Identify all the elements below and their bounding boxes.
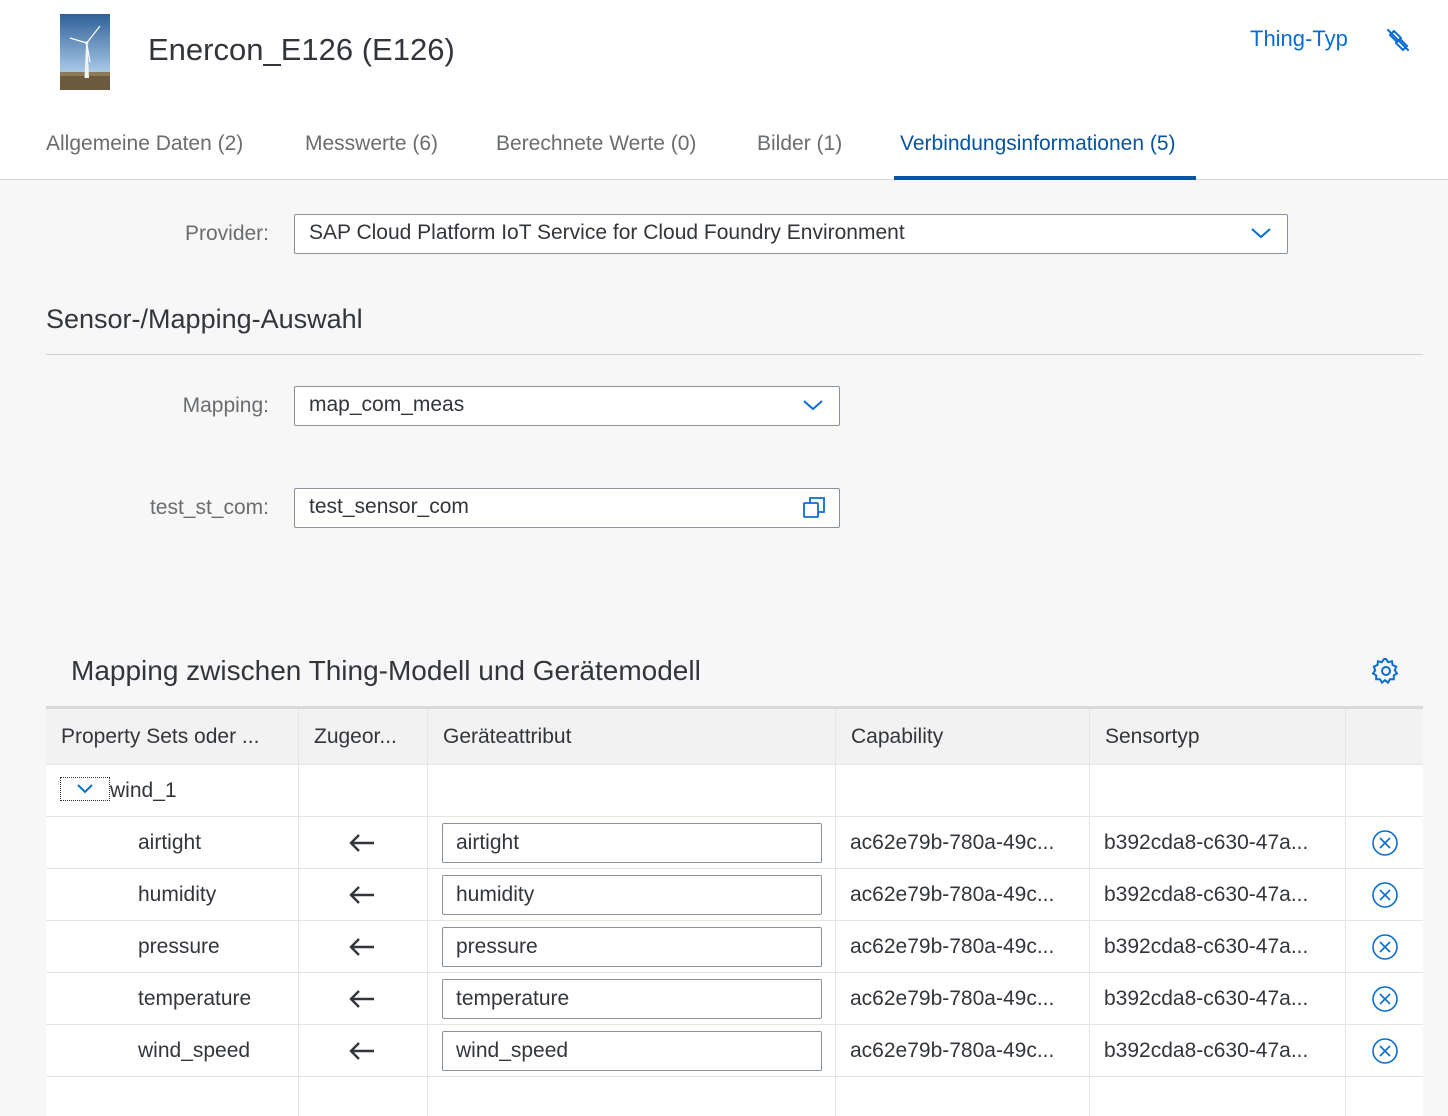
column-header-property-sets[interactable]: Property Sets oder ...: [46, 709, 298, 765]
column-header-device-attribute[interactable]: Geräteattribut: [428, 709, 835, 765]
table-row: pressure pressure ac62e79b-780a-49c... b…: [46, 921, 1423, 973]
arrow-left-icon[interactable]: [348, 933, 376, 961]
property-name: temperature: [138, 987, 252, 1010]
arrow-left-icon[interactable]: [348, 1037, 376, 1065]
device-attribute-input[interactable]: wind_speed: [442, 1031, 822, 1071]
section-title-sensor-mapping: Sensor-/Mapping-Auswahl: [46, 304, 363, 334]
thing-type-link[interactable]: Thing-Typ: [1250, 26, 1348, 52]
selected-tab-indicator: [894, 176, 1196, 180]
value-help-icon[interactable]: [801, 495, 827, 521]
sensortype-id: b392cda8-c630-47a...: [1104, 831, 1309, 854]
sensor-input[interactable]: test_sensor_com: [294, 488, 840, 528]
provider-select-value: SAP Cloud Platform IoT Service for Cloud…: [309, 221, 905, 244]
remove-circle-icon[interactable]: [1371, 829, 1399, 857]
table-row: wind_speed wind_speed ac62e79b-780a-49c.…: [46, 1025, 1423, 1077]
tab-bilder[interactable]: Bilder (1): [757, 132, 842, 156]
column-header-assigned[interactable]: Zugeor...: [299, 709, 427, 765]
disconnect-icon[interactable]: [1384, 26, 1412, 54]
column-header-sensortype[interactable]: Sensortyp: [1090, 709, 1345, 765]
table-row: airtight airtight ac62e79b-780a-49c... b…: [46, 817, 1423, 869]
capability-id: ac62e79b-780a-49c...: [850, 935, 1055, 958]
column-header-capability[interactable]: Capability: [836, 709, 1089, 765]
remove-circle-icon[interactable]: [1371, 933, 1399, 961]
sensortype-id: b392cda8-c630-47a...: [1104, 935, 1309, 958]
wind-turbine-image[interactable]: [60, 14, 110, 90]
mapping-select[interactable]: map_com_meas: [294, 386, 840, 426]
page-title: Enercon_E126 (E126): [148, 32, 455, 67]
remove-circle-icon[interactable]: [1371, 985, 1399, 1013]
expand-toggle[interactable]: [60, 777, 110, 801]
property-name: humidity: [138, 883, 217, 906]
table-row: humidity humidity ac62e79b-780a-49c... b…: [46, 869, 1423, 921]
gear-icon[interactable]: [1371, 656, 1401, 686]
group-label: wind_1: [110, 779, 177, 802]
remove-circle-icon[interactable]: [1371, 881, 1399, 909]
capability-id: ac62e79b-780a-49c...: [850, 831, 1055, 854]
provider-select[interactable]: SAP Cloud Platform IoT Service for Cloud…: [294, 214, 1288, 254]
mapping-select-value: map_com_meas: [309, 393, 465, 416]
capability-id: ac62e79b-780a-49c...: [850, 987, 1055, 1010]
capability-id: ac62e79b-780a-49c...: [850, 1039, 1055, 1062]
property-name: pressure: [138, 935, 220, 958]
arrow-left-icon[interactable]: [348, 829, 376, 857]
property-name: wind_speed: [138, 1039, 251, 1062]
sensor-input-value: test_sensor_com: [309, 495, 469, 518]
table-title: Mapping zwischen Thing-Modell und Geräte…: [71, 655, 701, 686]
table-row: temperature temperature ac62e79b-780a-49…: [46, 973, 1423, 1025]
device-attribute-input[interactable]: pressure: [442, 927, 822, 967]
object-header: Enercon_E126 (E126) Thing-Typ Allgemeine…: [0, 0, 1448, 180]
mapping-table: Property Sets oder ... Zugeor... Gerätea…: [46, 706, 1423, 1116]
capability-id: ac62e79b-780a-49c...: [850, 883, 1055, 906]
property-name: airtight: [138, 831, 202, 854]
device-attribute-input[interactable]: airtight: [442, 823, 822, 863]
device-attribute-input[interactable]: humidity: [442, 875, 822, 915]
sensortype-id: b392cda8-c630-47a...: [1104, 1039, 1309, 1062]
chevron-down-icon: [801, 393, 825, 417]
section-divider: [46, 354, 1423, 355]
arrow-left-icon[interactable]: [348, 881, 376, 909]
arrow-left-icon[interactable]: [348, 985, 376, 1013]
mapping-label: Mapping:: [182, 394, 269, 417]
tab-messwerte[interactable]: Messwerte (6): [305, 132, 438, 156]
chevron-down-icon: [1249, 221, 1273, 245]
provider-label: Provider:: [184, 222, 269, 245]
sensortype-id: b392cda8-c630-47a...: [1104, 987, 1309, 1010]
table-group-row: wind_1: [46, 765, 1423, 817]
sensortype-id: b392cda8-c630-47a...: [1104, 883, 1309, 906]
sensor-label: test_st_com:: [149, 496, 269, 519]
tab-verbindungsinformationen[interactable]: Verbindungsinformationen (5): [900, 132, 1176, 156]
table-header-row: Property Sets oder ... Zugeor... Gerätea…: [46, 709, 1423, 765]
remove-circle-icon[interactable]: [1371, 1037, 1399, 1065]
chevron-down-icon: [77, 784, 93, 794]
device-attribute-input[interactable]: temperature: [442, 979, 822, 1019]
tab-allgemeine-daten[interactable]: Allgemeine Daten (2): [46, 132, 243, 156]
tab-berechnete-werte[interactable]: Berechnete Werte (0): [496, 132, 696, 156]
